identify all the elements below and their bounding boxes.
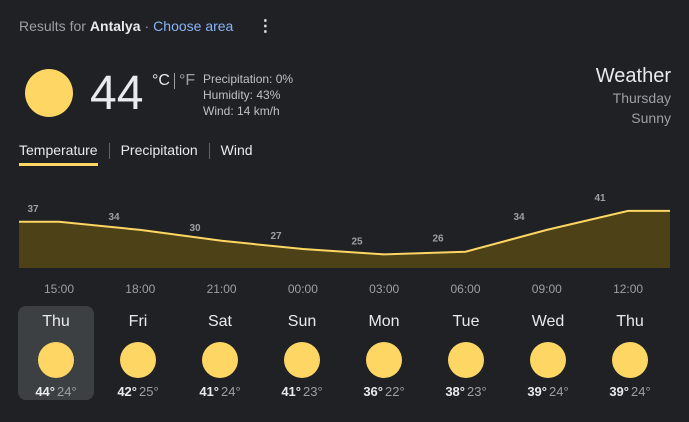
humidity-text: Humidity: 43% [203, 88, 281, 102]
daily-forecast: Thu 44° 24° Fri 42° 25° Sat 41° 24° Sun 41° 23° Mon 3… [18, 306, 674, 400]
sun-icon [120, 342, 156, 378]
forecast-temps: 38° 23° [428, 384, 504, 399]
forecast-high: 39° [609, 384, 629, 399]
forecast-day-name: Sun [287, 313, 317, 330]
forecast-low: 24° [631, 384, 651, 399]
temperature-chart: 37 34 30 27 25 26 34 41 [19, 193, 670, 268]
time-tick-label: 09:00 [531, 282, 562, 296]
forecast-high: 41° [281, 384, 301, 399]
chart-value-label: 26 [432, 234, 444, 245]
forecast-day-name: Sat [207, 313, 232, 330]
forecast-low: 24° [549, 384, 569, 399]
forecast-low: 24° [221, 384, 241, 399]
forecast-low: 25° [139, 384, 159, 399]
results-for-label: Results for [19, 18, 86, 34]
forecast-low: 24° [57, 384, 77, 399]
forecast-day-name: Tue [452, 313, 480, 330]
weather-details: Precipitation: 0% Humidity: 43% Wind: 14… [203, 71, 293, 119]
tab-divider [108, 143, 110, 159]
precipitation-text: Precipitation: 0% [203, 72, 294, 86]
forecast-high: 36° [363, 384, 383, 399]
current-temperature: 44 [90, 67, 144, 120]
forecast-day[interactable]: Tue 38° 23° [428, 306, 504, 400]
forecast-day-name: Fri [128, 313, 148, 330]
separator-dot: · [144, 18, 150, 34]
forecast-temps: 42° 25° [100, 384, 176, 399]
time-tick-label: 18:00 [125, 282, 156, 296]
sun-icon [530, 342, 566, 378]
unit-switcher: °C °F [152, 72, 195, 90]
time-tick-label: 12:00 [613, 282, 644, 296]
chart-value-label: 37 [27, 204, 39, 215]
time-tick-label: 15:00 [43, 282, 75, 296]
forecast-temps: 41° 24° [182, 384, 258, 399]
more-options-icon[interactable]: ⋮ [257, 16, 273, 36]
sun-icon [612, 342, 648, 378]
chart-value-label: 34 [513, 212, 525, 223]
results-header: Results for Antalya · Choose area ⋮ [19, 16, 273, 36]
forecast-high: 42° [117, 384, 137, 399]
fahrenheit-toggle[interactable]: °F [179, 72, 195, 90]
sun-icon [25, 69, 73, 117]
forecast-day[interactable]: Wed 39° 24° [510, 306, 586, 400]
forecast-low: 22° [385, 384, 405, 399]
forecast-low: 23° [467, 384, 487, 399]
chart-value-label: 25 [351, 236, 363, 247]
chart-tabs: Temperature Precipitation Wind [19, 142, 253, 166]
weather-title: Weather [595, 65, 671, 87]
forecast-day-name: Mon [368, 313, 400, 330]
time-tick-label: 03:00 [369, 282, 400, 296]
weather-condition: Sunny [631, 110, 671, 126]
tab-wind[interactable]: Wind [221, 142, 253, 166]
tab-divider [208, 143, 210, 159]
forecast-high: 38° [445, 384, 465, 399]
wind-text: Wind: 14 km/h [203, 104, 280, 118]
chart-value-label: 30 [189, 223, 201, 234]
sun-icon [366, 342, 402, 378]
forecast-high: 44° [35, 384, 55, 399]
forecast-day[interactable]: Sun 41° 23° [264, 306, 340, 400]
time-tick-label: 06:00 [450, 282, 481, 296]
forecast-high: 41° [199, 384, 219, 399]
forecast-day[interactable]: Sat 41° 24° [182, 306, 258, 400]
sun-icon [448, 342, 484, 378]
forecast-day[interactable]: Fri 42° 25° [100, 306, 176, 400]
forecast-day-name: Thu [616, 313, 644, 330]
forecast-temps: 41° 23° [264, 384, 340, 399]
forecast-day[interactable]: Thu 44° 24° [18, 306, 94, 400]
unit-divider [173, 73, 175, 89]
forecast-temps: 39° 24° [592, 384, 668, 399]
forecast-day[interactable]: Thu 39° 24° [592, 306, 668, 400]
weather-day: Thursday [612, 90, 671, 106]
forecast-temps: 36° 22° [346, 384, 422, 399]
forecast-low: 23° [303, 384, 323, 399]
tab-precipitation[interactable]: Precipitation [121, 142, 198, 166]
sun-icon [202, 342, 238, 378]
time-axis: 15:00 18:00 21:00 00:00 03:00 06:00 09:00 12:00 [0, 282, 689, 296]
forecast-day-name: Wed [531, 313, 565, 330]
chart-value-label: 34 [108, 212, 120, 223]
time-tick-label: 00:00 [287, 282, 318, 296]
forecast-high: 39° [527, 384, 547, 399]
tab-temperature[interactable]: Temperature [19, 142, 98, 166]
forecast-day[interactable]: Mon 36° 22° [346, 306, 422, 400]
forecast-temps: 44° 24° [18, 384, 94, 399]
weather-summary: Weather Thursday Sunny [596, 64, 671, 128]
location-name: Antalya [89, 18, 141, 34]
forecast-temps: 39° 24° [510, 384, 586, 399]
forecast-day-name: Thu [42, 313, 70, 330]
chart-value-label: 27 [270, 231, 282, 242]
chart-value-label: 41 [594, 193, 606, 204]
time-tick-label: 21:00 [206, 282, 237, 296]
choose-area-link[interactable]: Choose area [153, 18, 233, 34]
sun-icon [38, 342, 74, 378]
celsius-toggle[interactable]: °C [152, 72, 170, 90]
sun-icon [284, 342, 320, 378]
